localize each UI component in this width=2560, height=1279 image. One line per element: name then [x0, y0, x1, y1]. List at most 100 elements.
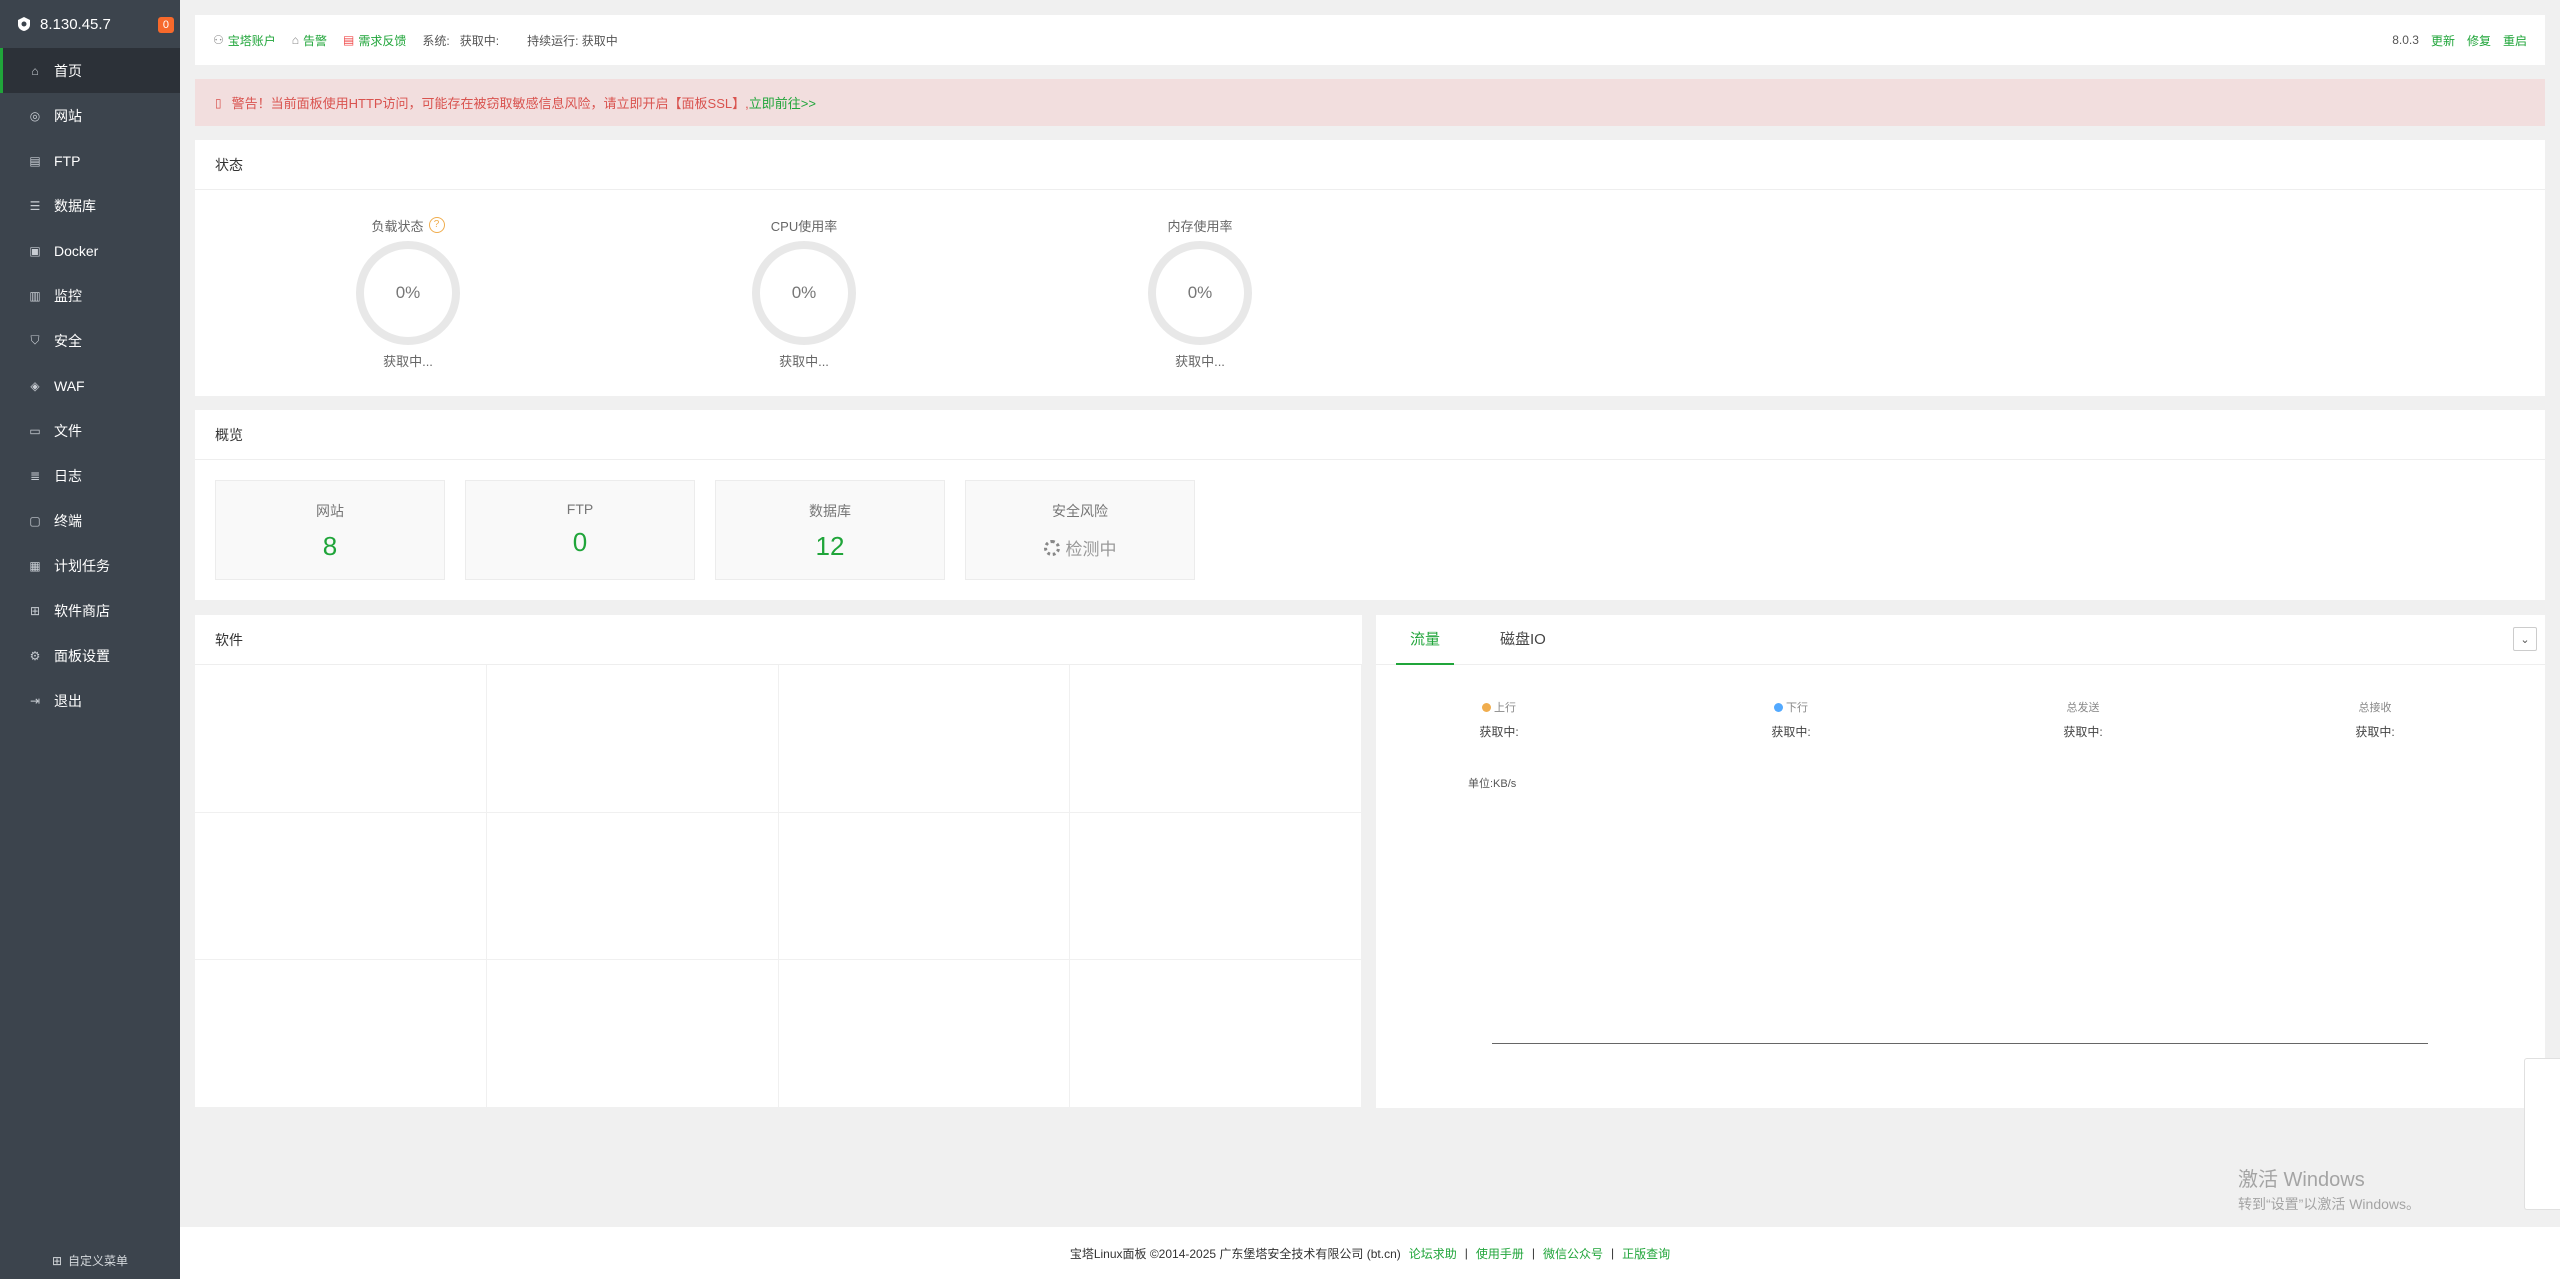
load-gauge[interactable]: 负载状态? 0% 获取中...: [308, 215, 508, 370]
footer-link-manual[interactable]: 使用手册: [1476, 1245, 1524, 1262]
stat-download: 下行 获取中:: [1721, 699, 1861, 740]
spinner-icon: [1043, 539, 1060, 556]
stat-value: 获取中:: [1479, 725, 1519, 739]
sidebar-item-monitor[interactable]: ▥ 监控: [0, 273, 180, 318]
update-link[interactable]: 更新: [2431, 32, 2455, 49]
gauge-label: 内存使用率: [1167, 218, 1233, 234]
sidebar-item-logs[interactable]: ≣ 日志: [0, 453, 180, 498]
stat-value: 获取中:: [1771, 725, 1811, 739]
overview-value: 8: [322, 531, 338, 561]
database-icon: ☰: [29, 198, 41, 213]
gauge-label: CPU使用率: [770, 218, 838, 234]
sidebar-item-label: Docker: [54, 242, 99, 259]
software-slot[interactable]: [486, 665, 779, 813]
sidebar-item-label: 软件商店: [54, 602, 110, 619]
tab-traffic[interactable]: 流量: [1396, 615, 1455, 665]
stat-label: 总发送: [2066, 702, 2100, 714]
docker-icon: ▣: [29, 243, 41, 258]
sidebar-item-cron[interactable]: ▦ 计划任务: [0, 543, 180, 588]
footer-link-forum[interactable]: 论坛求助: [1409, 1245, 1457, 1262]
sidebar-item-files[interactable]: ▭ 文件: [0, 408, 180, 453]
bt-logo-icon: [18, 17, 30, 31]
shield-icon: ⛉: [30, 333, 40, 347]
cpu-gauge[interactable]: CPU使用率 0% 获取中...: [704, 215, 904, 370]
sidebar-item-label: 首页: [54, 62, 82, 79]
custom-menu-button[interactable]: ⊞ 自定义菜单: [0, 1252, 180, 1269]
terminal-icon: ▢: [29, 513, 41, 528]
sidebar-item-waf[interactable]: ◈ WAF: [0, 363, 180, 408]
footer-link-wechat[interactable]: 微信公众号: [1543, 1245, 1603, 1262]
repair-link[interactable]: 修复: [2467, 32, 2491, 49]
feedback-icon: ▤: [343, 33, 355, 47]
overview-ftp[interactable]: FTP 0: [465, 480, 695, 580]
server-ip: 8.130.45.7: [40, 15, 111, 33]
user-icon: ⚇: [213, 33, 224, 47]
software-slot[interactable]: [778, 665, 1071, 813]
gauge-status: 获取中...: [1175, 354, 1225, 369]
server-header[interactable]: 8.130.45.7 0: [0, 0, 180, 48]
software-slot[interactable]: [1070, 960, 1362, 1108]
feedback-link[interactable]: ▤ 需求反馈: [343, 32, 406, 49]
sidebar-item-label: 面板设置: [54, 647, 110, 664]
sidebar-item-label: 计划任务: [54, 557, 110, 574]
sidebar-item-database[interactable]: ☰ 数据库: [0, 183, 180, 228]
memory-gauge[interactable]: 内存使用率 0% 获取中...: [1100, 215, 1300, 370]
sidebar-item-store[interactable]: ⊞ 软件商店: [0, 588, 180, 633]
sidebar-item-terminal[interactable]: ▢ 终端: [0, 498, 180, 543]
ftp-icon: ▤: [29, 153, 41, 168]
folder-icon: ▭: [29, 423, 41, 438]
alert-text: 警告！当前面板使用HTTP访问，可能存在被窃取敏感信息风险，请立即开启【面板SS…: [231, 96, 749, 111]
software-slot[interactable]: [195, 960, 487, 1108]
sidebar-item-label: FTP: [54, 152, 81, 169]
chevron-down-icon[interactable]: ⌄: [2513, 627, 2537, 651]
sidebar-item-ftp[interactable]: ▤ FTP: [0, 138, 180, 183]
software-slot[interactable]: [778, 960, 1071, 1108]
software-slot[interactable]: [195, 665, 487, 813]
bell-icon: ⌂: [291, 33, 300, 47]
software-slot[interactable]: [486, 812, 779, 961]
footer-link-license[interactable]: 正版查询: [1622, 1245, 1670, 1262]
overview-label: FTP: [566, 501, 594, 517]
sidebar-item-security[interactable]: ⛉ 安全: [0, 318, 180, 363]
software-slot[interactable]: [1070, 665, 1362, 813]
stat-total-received: 总接收 获取中:: [2305, 699, 2445, 740]
software-slot[interactable]: [778, 812, 1071, 961]
overview-database[interactable]: 数据库 12: [715, 480, 945, 580]
custom-menu-label: 自定义菜单: [68, 1254, 129, 1268]
software-slot[interactable]: [486, 960, 779, 1108]
alarm-link[interactable]: ⌂ 告警: [292, 32, 327, 49]
main-content: ⚇ 宝塔账户 ⌂ 告警 ▤ 需求反馈 系统: 获取中: 持续运行: 获取中 8.0.3…: [180, 0, 2560, 1279]
overview-website[interactable]: 网站 8: [215, 480, 445, 580]
restart-link[interactable]: 重启: [2503, 32, 2527, 49]
gauge-label: 负载状态: [371, 218, 424, 234]
sidebar-item-settings[interactable]: ⚙ 面板设置: [0, 633, 180, 678]
sidebar-item-website[interactable]: ◎ 网站: [0, 93, 180, 138]
help-icon[interactable]: ?: [428, 217, 445, 233]
status-panel: 状态 负载状态? 0% 获取中... CPU使用率 0% 获取中... 内存使用…: [195, 140, 2545, 396]
stat-value: 获取中:: [2355, 725, 2395, 739]
notification-badge[interactable]: 0: [157, 17, 174, 33]
account-link[interactable]: ⚇ 宝塔账户: [213, 32, 276, 49]
software-slot[interactable]: [195, 812, 487, 961]
uptime-info: 持续运行: 获取中: [527, 33, 618, 48]
system-value: 获取中:: [459, 33, 500, 48]
sidebar-item-logout[interactable]: ⇥ 退出: [0, 678, 180, 723]
sidebar-item-label: 监控: [54, 287, 82, 304]
gauge-status: 获取中...: [383, 354, 433, 369]
sidebar-item-docker[interactable]: ▣ Docker: [0, 228, 180, 273]
sidebar-item-home[interactable]: ⌂ 首页: [0, 48, 180, 93]
footer-separator: |: [1531, 1246, 1536, 1260]
tab-disk-io[interactable]: 磁盘IO: [1486, 615, 1560, 665]
windows-activation-watermark: 激活 Windows 转到“设置”以激活 Windows。: [2238, 1163, 2420, 1214]
ssl-go-link[interactable]: 立即前往>>: [749, 93, 816, 112]
floating-side-panel[interactable]: [2524, 1058, 2560, 1210]
alarm-label: 告警: [303, 33, 328, 48]
waf-icon: ◈: [30, 378, 40, 393]
software-slot[interactable]: [1070, 812, 1362, 961]
overview-label: 网站: [316, 503, 344, 519]
overview-security-risk[interactable]: 安全风险 检测中: [965, 480, 1195, 580]
gauge-status: 获取中...: [779, 354, 829, 369]
sidebar-item-label: 终端: [54, 512, 82, 529]
download-dot-icon: [1774, 702, 1783, 712]
status-title: 状态: [195, 140, 2545, 190]
